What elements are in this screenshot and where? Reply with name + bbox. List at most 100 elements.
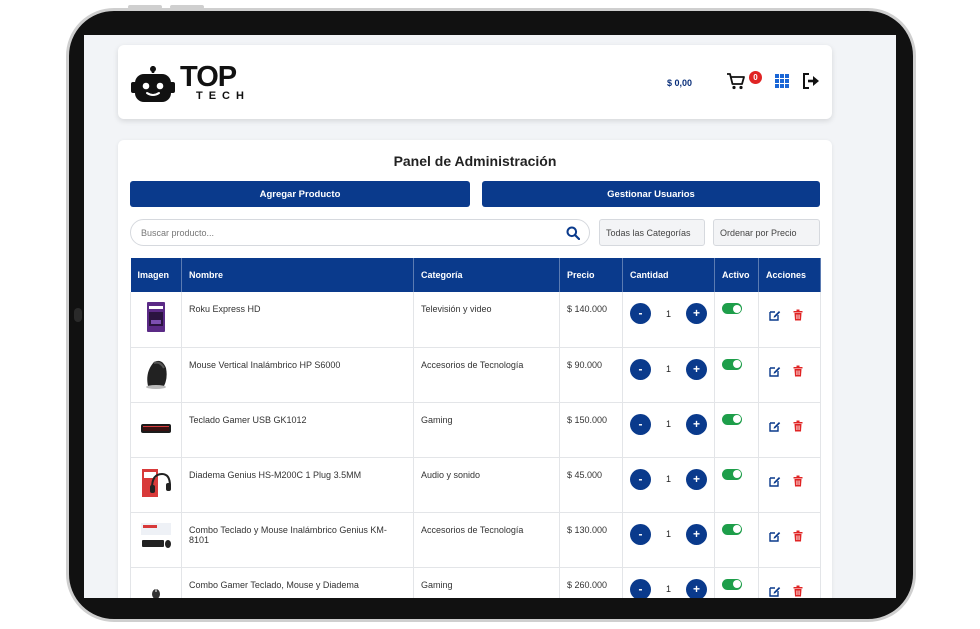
table-row: Combo Gamer Teclado, Mouse y Diadema Gam… xyxy=(130,567,821,598)
delete-icon[interactable] xyxy=(793,475,803,487)
product-image xyxy=(141,522,171,548)
actions-cell xyxy=(758,347,821,403)
tablet-camera xyxy=(74,308,82,322)
edit-icon[interactable] xyxy=(769,420,781,432)
product-price: $ 260.000 xyxy=(559,567,623,598)
column-header: Categoría xyxy=(413,258,560,292)
product-image xyxy=(152,588,160,598)
admin-panel: Panel de Administración Agregar Producto… xyxy=(118,140,832,598)
table-row: Mouse Vertical Inalámbrico HP S6000 Acce… xyxy=(130,347,821,403)
tablet-power-button xyxy=(170,5,204,9)
product-category: Gaming xyxy=(413,567,560,598)
grid-menu-icon[interactable] xyxy=(775,74,789,88)
quantity-value: 1 xyxy=(665,529,671,539)
active-cell xyxy=(714,402,759,458)
page-title: Panel de Administración xyxy=(393,153,557,169)
column-header: Imagen xyxy=(130,258,182,292)
robot-logo-icon xyxy=(131,66,175,102)
active-toggle[interactable] xyxy=(722,578,742,590)
increment-button[interactable]: + xyxy=(685,358,707,380)
edit-icon[interactable] xyxy=(769,475,781,487)
active-toggle[interactable] xyxy=(722,468,742,480)
product-category: Accesorios de Tecnología xyxy=(413,347,560,403)
quantity-value: 1 xyxy=(665,584,671,594)
add-product-button[interactable]: Agregar Producto xyxy=(130,181,470,207)
column-header: Cantidad xyxy=(622,258,715,292)
decrement-button[interactable]: - xyxy=(630,413,651,435)
decrement-button[interactable]: - xyxy=(630,468,651,490)
cart-balance: $ 0,00 xyxy=(667,78,693,88)
product-category: Audio y sonido xyxy=(413,457,560,513)
table-row: Teclado Gamer USB GK1012 Gaming $ 150.00… xyxy=(130,402,821,458)
product-price: $ 150.000 xyxy=(559,402,623,458)
active-toggle[interactable] xyxy=(722,413,742,425)
product-category: Accesorios de Tecnología xyxy=(413,512,560,568)
table-row: Diadema Genius HS-M200C 1 Plug 3.5MM Aud… xyxy=(130,457,821,513)
top-header: TOP TECH $ 0,00 0 xyxy=(118,45,832,119)
edit-icon[interactable] xyxy=(769,585,781,597)
app-screen: TOP TECH $ 0,00 0 Panel de Administració… xyxy=(84,35,896,598)
search-icon[interactable] xyxy=(566,226,580,240)
increment-button[interactable]: + xyxy=(685,523,707,545)
product-category: Gaming xyxy=(413,402,560,458)
category-filter-select[interactable]: Todas las Categorías xyxy=(599,219,705,246)
quantity-value: 1 xyxy=(665,419,671,429)
quantity-cell: - 1 + xyxy=(622,347,715,403)
quantity-cell: - 1 + xyxy=(622,567,715,598)
delete-icon[interactable] xyxy=(793,530,803,542)
delete-icon[interactable] xyxy=(793,365,803,377)
product-image xyxy=(142,468,171,497)
product-image-cell xyxy=(130,512,182,568)
brand-logo[interactable]: TOP TECH xyxy=(130,60,250,106)
active-cell xyxy=(714,292,759,348)
product-price: $ 130.000 xyxy=(559,512,623,568)
table-row: Roku Express HD Televisión y video $ 140… xyxy=(130,292,821,348)
actions-cell xyxy=(758,457,821,513)
product-name: Combo Gamer Teclado, Mouse y Diadema xyxy=(181,567,414,598)
product-price: $ 140.000 xyxy=(559,292,623,348)
active-cell xyxy=(714,457,759,513)
products-table: Imagen Nombre Categoría Precio Cantidad … xyxy=(130,258,821,598)
quantity-cell: - 1 + xyxy=(622,512,715,568)
search-placeholder: Buscar producto... xyxy=(141,228,215,238)
brand-subname: TECH xyxy=(196,90,250,102)
delete-icon[interactable] xyxy=(793,420,803,432)
actions-cell xyxy=(758,292,821,348)
active-toggle[interactable] xyxy=(722,523,742,535)
increment-button[interactable]: + xyxy=(685,413,707,435)
search-input[interactable]: Buscar producto... xyxy=(130,219,590,246)
product-name: Teclado Gamer USB GK1012 xyxy=(181,402,414,458)
quantity-value: 1 xyxy=(665,308,671,319)
sort-price-select[interactable]: Ordenar por Precio xyxy=(713,219,820,246)
table-row: Combo Teclado y Mouse Inalámbrico Genius… xyxy=(130,512,821,568)
quantity-cell: - 1 + xyxy=(622,457,715,513)
decrement-button[interactable]: - xyxy=(630,523,651,545)
increment-button[interactable]: + xyxy=(685,303,707,324)
increment-button[interactable]: + xyxy=(685,468,707,490)
decrement-button[interactable]: - xyxy=(630,358,651,380)
edit-icon[interactable] xyxy=(769,365,781,377)
delete-icon[interactable] xyxy=(793,585,803,597)
quantity-value: 1 xyxy=(665,364,671,374)
delete-icon[interactable] xyxy=(793,309,803,321)
edit-icon[interactable] xyxy=(769,530,781,542)
increment-button[interactable]: + xyxy=(685,578,707,598)
active-cell xyxy=(714,512,759,568)
cart-icon[interactable] xyxy=(726,72,746,90)
decrement-button[interactable]: - xyxy=(630,578,651,598)
column-header: Activo xyxy=(714,258,759,292)
active-toggle[interactable] xyxy=(722,303,742,314)
product-image xyxy=(147,302,165,332)
logout-icon[interactable] xyxy=(802,72,820,90)
cart-count-badge: 0 xyxy=(749,71,762,84)
brand-name: TOP xyxy=(180,61,237,93)
product-name: Roku Express HD xyxy=(181,292,414,348)
manage-users-button[interactable]: Gestionar Usuarios xyxy=(482,181,820,207)
active-cell xyxy=(714,567,759,598)
active-toggle[interactable] xyxy=(722,358,742,370)
product-image-cell xyxy=(130,567,182,598)
decrement-button[interactable]: - xyxy=(630,303,651,324)
product-name: Diadema Genius HS-M200C 1 Plug 3.5MM xyxy=(181,457,414,513)
actions-cell xyxy=(758,402,821,458)
edit-icon[interactable] xyxy=(769,309,781,321)
